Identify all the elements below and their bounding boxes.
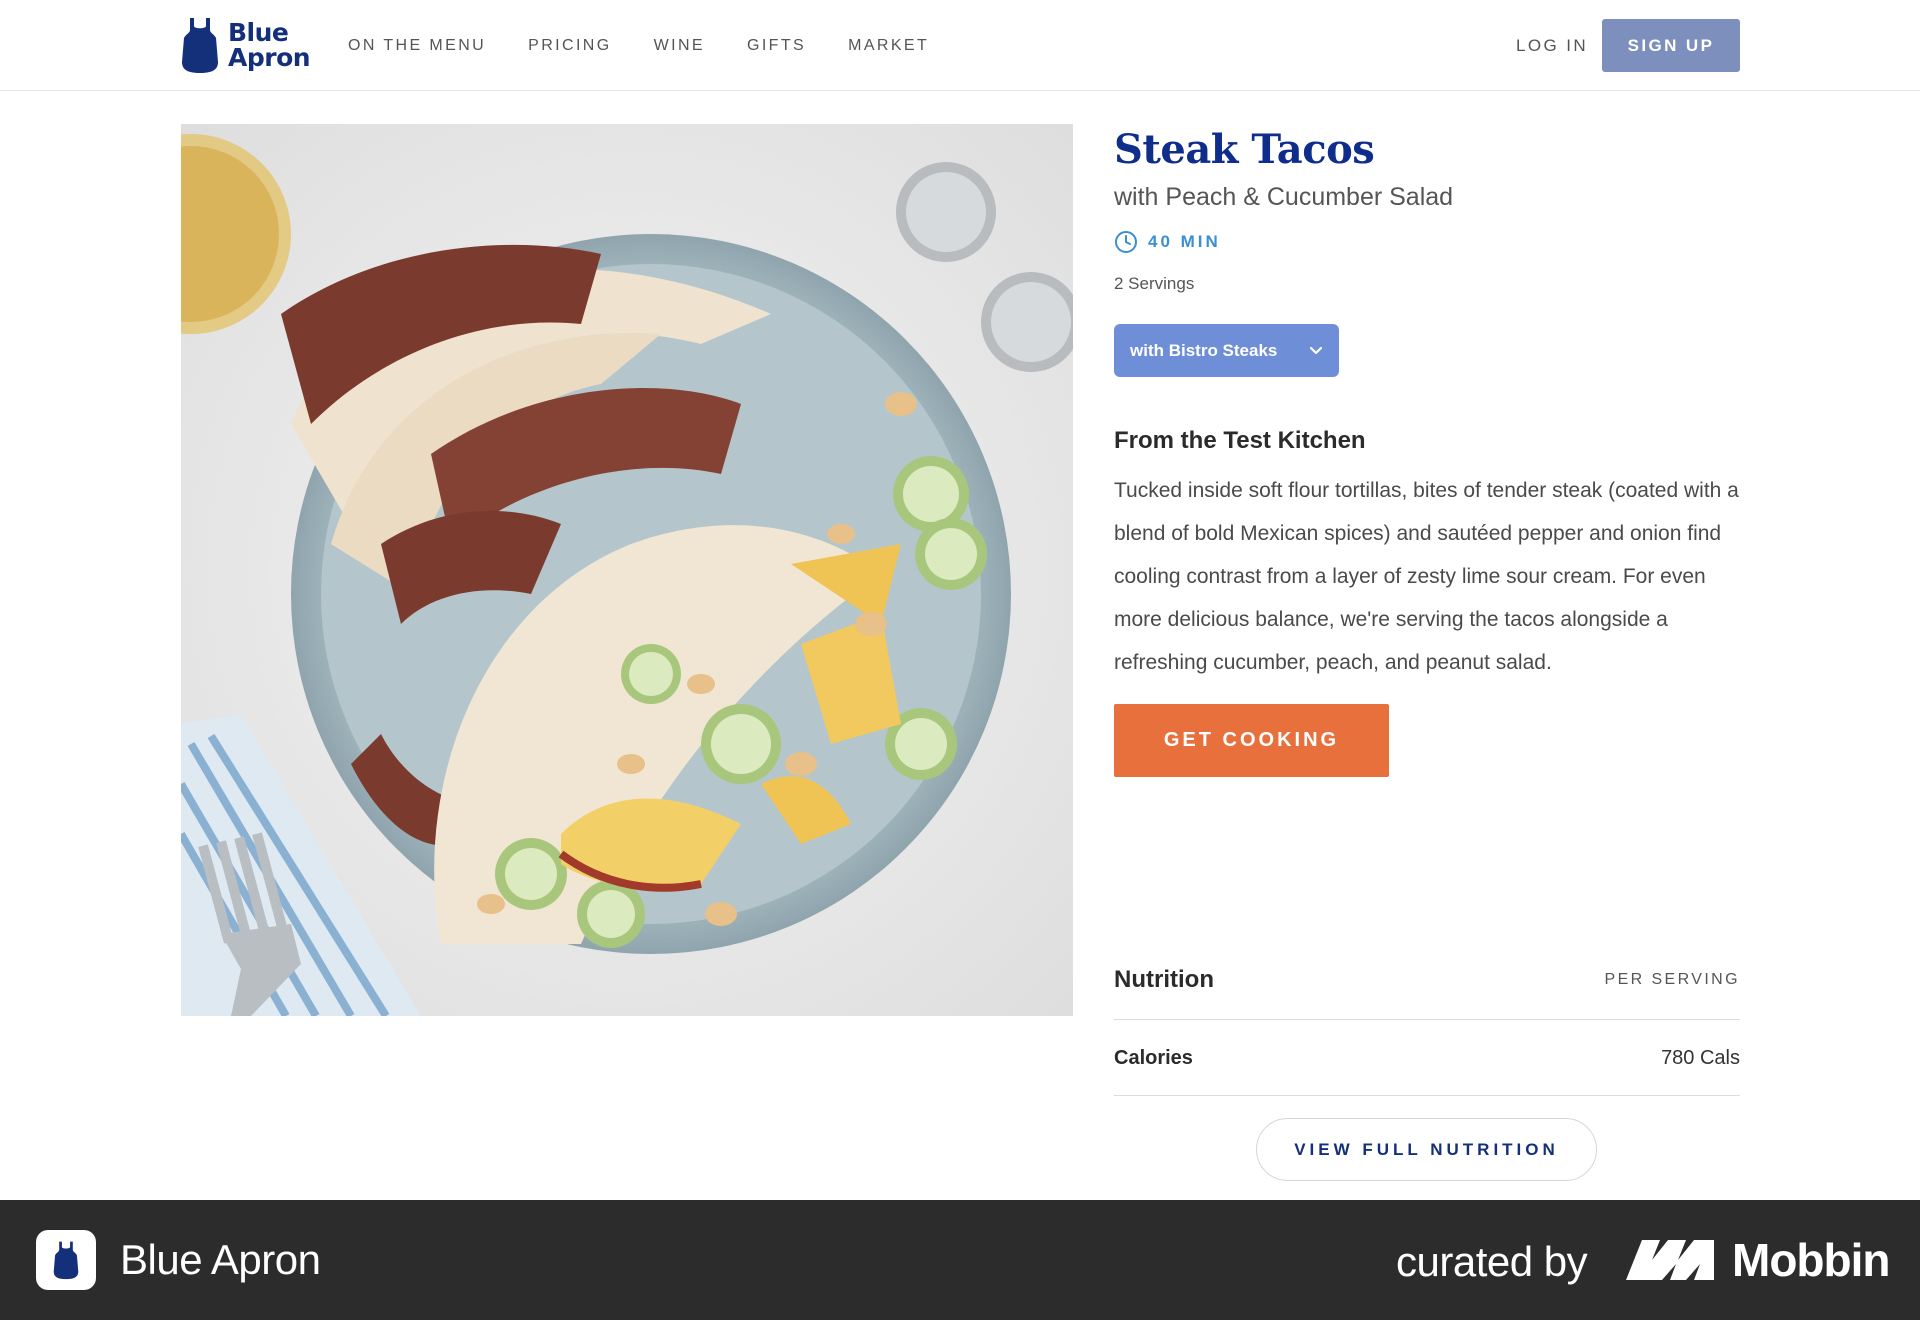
recipe-info: Steak Tacos with Peach & Cucumber Salad … <box>1114 124 1740 777</box>
calories-divider <box>1114 1095 1740 1096</box>
test-kitchen-heading: From the Test Kitchen <box>1114 427 1366 454</box>
logo-line-1: Blue <box>228 18 289 47</box>
apron-logo-icon <box>53 1241 79 1280</box>
apron-logo-icon <box>182 18 218 73</box>
mobbin-footer: Blue Apron curated by Mobbin <box>0 1200 1920 1320</box>
recipe-title: Steak Tacos <box>1114 126 1375 173</box>
chevron-down-icon <box>1309 346 1323 354</box>
login-link[interactable]: LOG IN <box>1516 36 1588 56</box>
curated-by-label: curated by <box>1396 1238 1588 1285</box>
mobbin-logo-icon <box>1626 1240 1714 1280</box>
per-serving-label: PER SERVING <box>1604 971 1740 988</box>
app-icon <box>36 1230 96 1290</box>
nav-pricing[interactable]: PRICING <box>528 37 611 55</box>
variant-label: with Bistro Steaks <box>1130 340 1278 360</box>
nav-wine[interactable]: WINE <box>654 37 705 55</box>
nav-on-the-menu[interactable]: ON THE MENU <box>348 37 486 55</box>
recipe-subtitle: with Peach & Cucumber Salad <box>1114 183 1454 211</box>
nutrition-title: Nutrition <box>1114 966 1214 993</box>
mobbin-wordmark: Mobbin <box>1732 1234 1890 1286</box>
clock-icon <box>1115 231 1137 253</box>
footer-app-name: Blue Apron <box>120 1236 321 1283</box>
nutrition-header: Nutrition PER SERVING <box>1114 960 1740 1000</box>
logo-line-2: Apron <box>228 43 311 72</box>
nav-gifts[interactable]: GIFTS <box>747 37 806 55</box>
recipe-photo <box>181 124 1073 1016</box>
nav-market[interactable]: MARKET <box>848 37 929 55</box>
logo-wordmark: Blue Apron <box>228 18 311 72</box>
get-cooking-button[interactable]: GET COOKING <box>1114 704 1389 777</box>
calories-row: Calories 780 Cals <box>1114 1042 1740 1074</box>
servings: 2 Servings <box>1114 274 1195 293</box>
calories-value: 780 Cals <box>1661 1046 1740 1069</box>
view-full-nutrition-button[interactable]: VIEW FULL NUTRITION <box>1256 1118 1597 1181</box>
calories-label: Calories <box>1114 1046 1193 1069</box>
blue-apron-logo[interactable]: Blue Apron <box>178 14 311 76</box>
site-header: Blue Apron ON THE MENU PRICING WINE GIFT… <box>0 0 1920 91</box>
cook-time-value: 40 MIN <box>1148 232 1221 251</box>
main-nav: ON THE MENU PRICING WINE GIFTS MARKET <box>348 0 971 91</box>
cook-time: 40 MIN <box>1114 230 1740 254</box>
nutrition-divider <box>1114 1019 1740 1020</box>
variant-select[interactable]: with Bistro Steaks <box>1114 324 1339 377</box>
signup-button[interactable]: SIGN UP <box>1602 19 1740 72</box>
recipe-description: Tucked inside soft flour tortillas, bite… <box>1114 479 1739 674</box>
